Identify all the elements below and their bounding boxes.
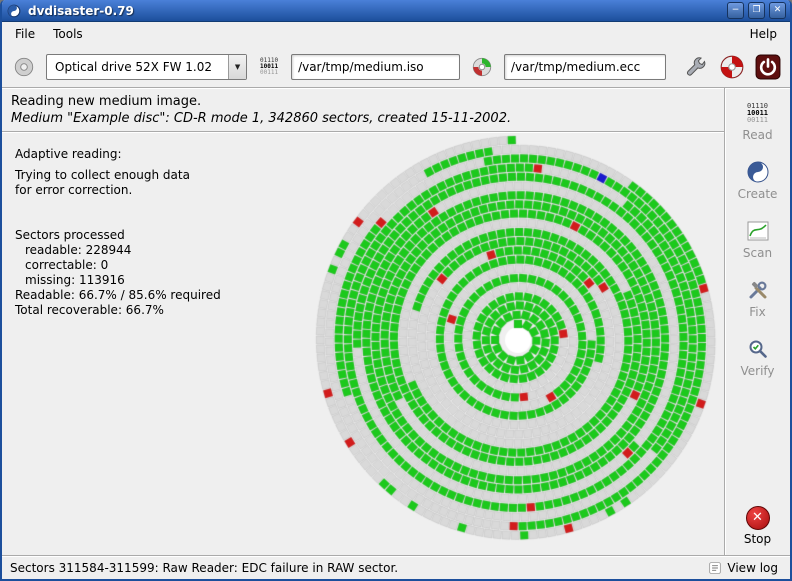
drive-icon[interactable] bbox=[10, 53, 38, 81]
titlebar[interactable]: dvdisaster-0.79 − ❐ ✕ bbox=[2, 0, 790, 22]
statusbar: Sectors 311584-311599: Raw Reader: EDC f… bbox=[2, 555, 790, 579]
close-button[interactable]: ✕ bbox=[769, 2, 786, 19]
window-title: dvdisaster-0.79 bbox=[26, 4, 723, 18]
image-file-binary-icon: 01110 10011 00111 bbox=[255, 53, 283, 81]
sectors-missing: missing: 113916 bbox=[15, 273, 221, 288]
scan-button[interactable]: Scan bbox=[730, 215, 786, 263]
main-area: Reading new medium image. Medium "Exampl… bbox=[2, 88, 790, 555]
ecc-file-disc-icon bbox=[468, 53, 496, 81]
log-icon bbox=[708, 561, 722, 575]
menu-tools[interactable]: Tools bbox=[44, 24, 92, 44]
sector-spiral bbox=[305, 134, 724, 548]
binary-icon: 01110 10011 00111 bbox=[747, 100, 768, 126]
page-header: Reading new medium image. Medium "Exampl… bbox=[2, 88, 724, 132]
chevron-down-icon: ▼ bbox=[228, 55, 246, 79]
magnifier-check-icon bbox=[746, 336, 770, 362]
maximize-button[interactable]: ❐ bbox=[748, 2, 765, 19]
readable-percentage: Readable: 66.7% / 85.6% required bbox=[15, 288, 221, 303]
reading-info-panel: Adaptive reading: Trying to collect enou… bbox=[15, 147, 221, 318]
menu-file[interactable]: File bbox=[6, 24, 44, 44]
drive-select[interactable]: Optical drive 52X FW 1.02 ▼ bbox=[46, 54, 247, 80]
toolbar: Optical drive 52X FW 1.02 ▼ 01110 10011 … bbox=[2, 46, 790, 88]
minimize-button[interactable]: − bbox=[727, 2, 744, 19]
stop-button[interactable]: ✕ Stop bbox=[730, 503, 786, 549]
scan-label: Scan bbox=[743, 246, 772, 260]
preferences-wrench-icon[interactable] bbox=[682, 53, 710, 81]
view-log-button[interactable]: View log bbox=[704, 559, 782, 577]
mode-desc-line2: for error correction. bbox=[15, 183, 221, 198]
create-button[interactable]: Create bbox=[730, 156, 786, 204]
menu-help[interactable]: Help bbox=[741, 24, 786, 44]
page-title: Reading new medium image. bbox=[11, 94, 715, 109]
content-panel: Reading new medium image. Medium "Exampl… bbox=[2, 88, 724, 555]
app-window: dvdisaster-0.79 − ❐ ✕ File Tools Help Op… bbox=[0, 0, 792, 581]
scan-chart-icon bbox=[746, 218, 770, 244]
sectors-readable: readable: 228944 bbox=[15, 243, 221, 258]
status-message: Sectors 311584-311599: Raw Reader: EDC f… bbox=[10, 561, 698, 575]
read-label: Read bbox=[742, 128, 772, 142]
view-log-label: View log bbox=[727, 561, 778, 575]
menubar: File Tools Help bbox=[2, 22, 790, 46]
drive-select-value: Optical drive 52X FW 1.02 bbox=[47, 55, 228, 79]
fix-label: Fix bbox=[749, 305, 765, 319]
mode-title: Adaptive reading: bbox=[15, 147, 221, 162]
app-icon bbox=[6, 3, 22, 19]
stop-icon: ✕ bbox=[746, 506, 770, 530]
image-file-input[interactable] bbox=[291, 54, 460, 80]
yin-yang-icon bbox=[746, 159, 770, 185]
mode-desc-line1: Trying to collect enough data bbox=[15, 168, 221, 183]
ecc-file-input[interactable] bbox=[504, 54, 666, 80]
tools-icon bbox=[746, 277, 770, 303]
fix-button[interactable]: Fix bbox=[730, 274, 786, 322]
stop-label: Stop bbox=[744, 532, 771, 546]
quit-power-icon[interactable] bbox=[754, 53, 782, 81]
action-sidebar: 01110 10011 00111 Read Create bbox=[724, 88, 790, 555]
recoverable-percentage: Total recoverable: 66.7% bbox=[15, 303, 221, 318]
verify-button[interactable]: Verify bbox=[730, 333, 786, 381]
dvdisaster-logo-icon[interactable] bbox=[718, 53, 746, 81]
verify-label: Verify bbox=[740, 364, 774, 378]
sectors-correctable: correctable: 0 bbox=[15, 258, 221, 273]
create-label: Create bbox=[738, 187, 778, 201]
medium-info: Medium "Example disc": CD-R mode 1, 3428… bbox=[11, 111, 715, 126]
reading-body: Adaptive reading: Trying to collect enou… bbox=[2, 132, 724, 555]
read-button[interactable]: 01110 10011 00111 Read bbox=[730, 97, 786, 145]
sectors-title: Sectors processed bbox=[15, 228, 221, 243]
